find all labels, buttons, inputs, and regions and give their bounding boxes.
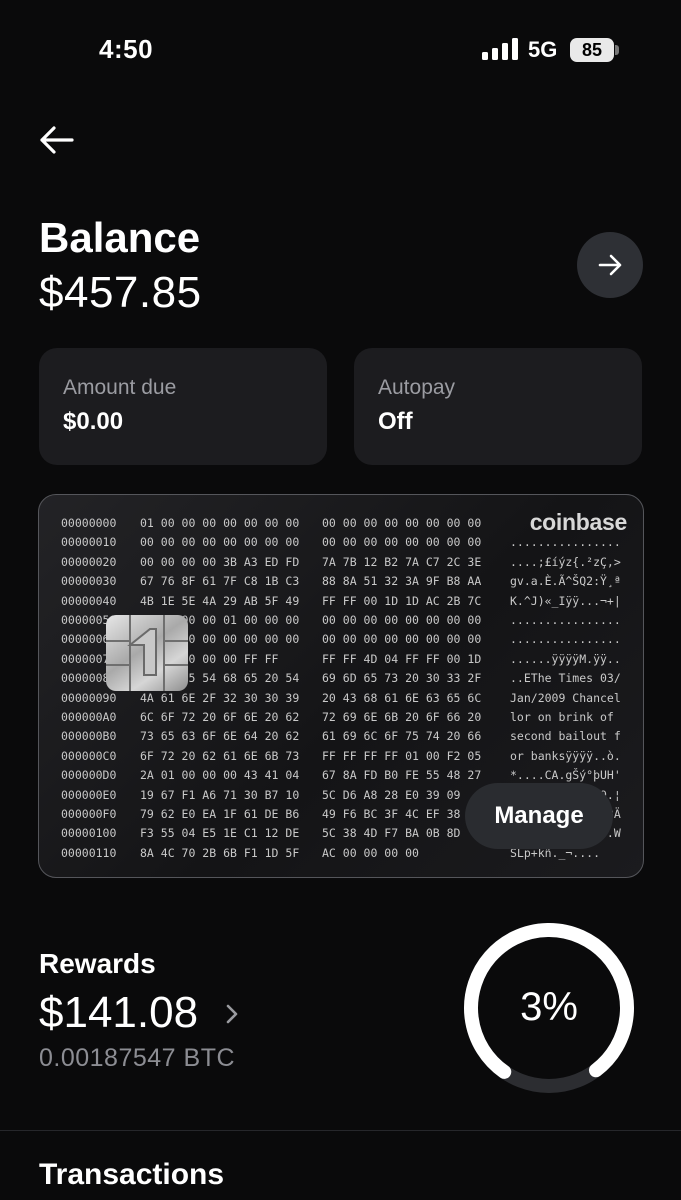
- hex-b: FF FF 4D 04 FF FF 00 1D: [322, 651, 482, 666]
- autopay-tile[interactable]: Autopay Off: [354, 348, 642, 465]
- hex-a: 73 65 63 6F 6E 64 20 62: [140, 729, 300, 744]
- hex-a: 4B 1E 5E 4A 29 AB 5F 49: [140, 593, 300, 608]
- hex-b: 20 43 68 61 6E 63 65 6C: [322, 690, 482, 705]
- hex-b: FF FF FF FF 01 00 F2 05: [322, 748, 482, 763]
- battery-icon: 85: [570, 38, 614, 62]
- hex-a: 6C 6F 72 20 6F 6E 20 62: [140, 710, 300, 724]
- hex-b: 5C 38 4D F7 BA 0B 8D: [322, 826, 461, 841]
- autopay-value: Off: [378, 408, 413, 435]
- hex-a: 79 62 E0 EA 1F 61 DE B6: [140, 807, 300, 821]
- autopay-label: Autopay: [378, 376, 456, 399]
- hex-b: 00 00 00 00 00 00 00 00: [322, 535, 482, 550]
- hex-addr: 000000D0: [61, 768, 117, 783]
- hex-addr: 00000100: [61, 826, 117, 841]
- hex-ascii: lor on brink of: [510, 710, 614, 724]
- hex-ascii: ................: [510, 535, 621, 550]
- hex-ascii: ..EThe Times 03/: [510, 671, 621, 686]
- hex-b: 00 00 00 00 00 00 00 00: [322, 613, 482, 627]
- hex-addr: 00000040: [61, 593, 117, 608]
- hex-b: 88 8A 51 32 3A 9F B8 AA: [322, 574, 482, 589]
- amount-due-label: Amount due: [63, 376, 177, 399]
- hex-ascii: K.^J)«_Iÿÿ...¬+|: [510, 593, 621, 608]
- hex-ascii: Jan/2009 Chancel: [510, 690, 621, 705]
- hex-ascii: ....;£íýz{.²zÇ,>: [510, 554, 621, 569]
- hex-addr: 00000090: [61, 690, 117, 705]
- hex-a: 2A 01 00 00 00 43 41 04: [140, 768, 300, 783]
- hex-b: AC 00 00 00 00: [322, 845, 419, 860]
- rewards-rate: 3%: [520, 985, 578, 1029]
- hex-addr: 000000A0: [61, 710, 117, 724]
- hex-b: 61 69 6C 6F 75 74 20 66: [322, 729, 482, 744]
- hex-a: 4A 61 6E 2F 32 30 30 39: [140, 690, 300, 705]
- hex-b: 00 00 00 00 00 00 00 00: [322, 516, 482, 530]
- balance-value: $457.85: [39, 268, 202, 317]
- hex-b: 67 8A FD B0 FE 55 48 27: [322, 768, 482, 783]
- hex-a: F3 55 04 E5 1E C1 12 DE: [140, 826, 300, 841]
- hex-a: 19 67 F1 A6 71 30 B7 10: [140, 787, 300, 802]
- card-chip-icon: [106, 615, 188, 691]
- coinbase-logo: coinbase: [529, 509, 628, 535]
- rewards-btc: 0.00187547 BTC: [39, 1044, 236, 1072]
- rewards-title: Rewards: [39, 948, 156, 979]
- battery-tip: [615, 45, 619, 55]
- hex-b: 7A 7B 12 B2 7A C7 2C 3E: [322, 554, 482, 569]
- hex-addr: 000000E0: [61, 787, 117, 802]
- amount-due-tile[interactable]: Amount due $0.00: [39, 348, 327, 465]
- cellular-signal-icon: [482, 38, 518, 60]
- network-type: 5G: [528, 37, 558, 62]
- balance-title: Balance: [39, 214, 201, 261]
- hex-ascii: ................: [510, 613, 621, 627]
- section-divider: [0, 1130, 681, 1131]
- hex-ascii: second bailout f: [510, 729, 621, 744]
- hex-ascii: ......ÿÿÿÿM.ÿÿ..: [510, 651, 621, 666]
- hex-ascii: ................: [510, 632, 621, 647]
- hex-ascii: or banksÿÿÿÿ..ò.: [510, 748, 621, 763]
- hex-b: FF FF 00 1D 1D AC 2B 7C: [322, 593, 482, 608]
- hex-b: 49 F6 BC 3F 4C EF 38: [322, 807, 461, 821]
- hex-addr: 00000030: [61, 574, 117, 589]
- hex-addr: 000000B0: [61, 729, 117, 744]
- hex-a: 8A 4C 70 2B 6B F1 1D 5F: [140, 845, 300, 860]
- back-arrow-icon[interactable]: [36, 120, 76, 160]
- hex-addr: 00000000: [61, 516, 117, 530]
- hex-addr: 00000110: [61, 845, 117, 860]
- hex-a: 01 00 00 00 00 00 00 00: [140, 516, 300, 530]
- hex-addr: 00000010: [61, 535, 117, 550]
- hex-addr: 00000020: [61, 554, 117, 569]
- hex-a: 67 76 8F 61 7F C8 1B C3: [140, 574, 300, 589]
- amount-due-value: $0.00: [63, 408, 124, 435]
- arrow-right-icon: [598, 254, 622, 276]
- rewards-value[interactable]: $141.08: [39, 988, 198, 1038]
- transactions-title: Transactions: [39, 1158, 225, 1191]
- hex-a: 00 00 00 00 00 00 00 00: [140, 535, 300, 550]
- chevron-right-icon[interactable]: [224, 1000, 242, 1028]
- status-time: 4:50: [99, 34, 154, 64]
- hex-b: 69 6D 65 73 20 30 33 2F: [322, 671, 482, 686]
- hex-a: 6F 72 20 62 61 6E 6B 73: [140, 748, 300, 763]
- hex-b: 72 69 6E 6B 20 6F 66 20: [322, 710, 482, 724]
- coinbase-card[interactable]: 00000000 01 00 00 00 00 00 00 00 00 00 00 …: [38, 494, 644, 878]
- hex-ascii: *....CA.gŠý°þUH': [510, 768, 621, 783]
- hex-ascii: gv.a.È.Ã^ŠQ2:Ÿ¸ª: [510, 574, 621, 589]
- hex-b: 00 00 00 00 00 00 00 00: [322, 632, 482, 647]
- hex-a: 00 00 00 00 3B A3 ED FD: [140, 554, 300, 569]
- hex-addr: 000000F0: [61, 807, 117, 821]
- balance-details-button[interactable]: [577, 232, 643, 298]
- manage-button[interactable]: Manage: [465, 783, 613, 849]
- hex-b: 5C D6 A8 28 E0 39 09: [322, 787, 461, 802]
- hex-addr: 000000C0: [61, 748, 117, 763]
